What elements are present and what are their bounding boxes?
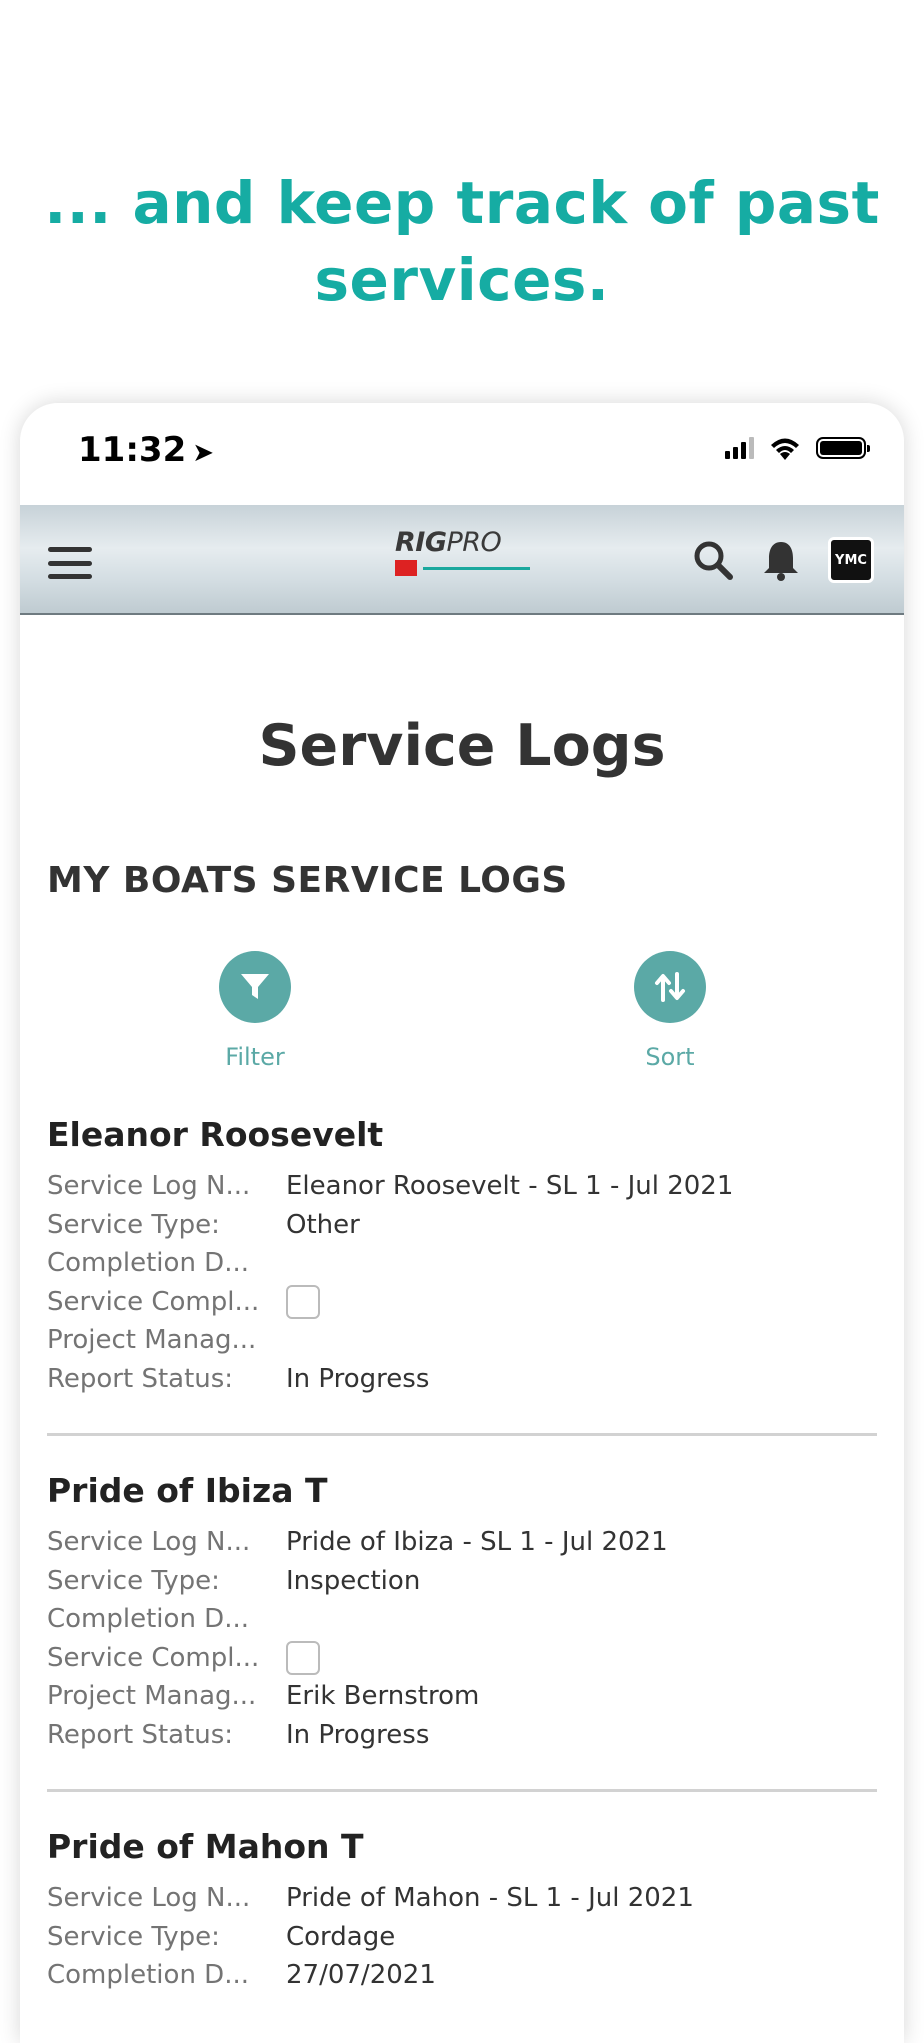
service-log-card[interactable]: Pride of Mahon T Service Log N... Pride o… — [47, 1827, 877, 1995]
rigpro-logo: RIGPRO — [395, 527, 530, 587]
location-arrow-icon: ➤ — [192, 438, 215, 468]
status-time: 11:32 ➤ — [78, 430, 214, 470]
project-manager: Erik Bernstrom — [286, 1681, 480, 1712]
logo-primary: RIG — [395, 527, 447, 558]
field-label: Service Type: — [47, 1209, 220, 1240]
sort-label: Sort — [645, 1043, 695, 1071]
avatar[interactable]: YMC — [828, 537, 874, 583]
filter-button[interactable]: Filter — [185, 951, 325, 1071]
report-status: In Progress — [286, 1363, 430, 1394]
cellular-signal-icon — [725, 437, 754, 459]
wifi-icon — [771, 438, 799, 460]
service-log-name: Pride of Ibiza - SL 1 - Jul 2021 — [286, 1527, 668, 1558]
field-label: Completion D... — [47, 1604, 249, 1635]
phone-frame: 11:32 ➤ RIGPRO YMC Service Logs MY BOATS… — [20, 403, 904, 2043]
filter-label: Filter — [225, 1043, 285, 1071]
boat-name: Pride of Ibiza T — [47, 1471, 328, 1510]
service-type: Other — [286, 1209, 360, 1240]
service-complete-checkbox[interactable] — [286, 1640, 320, 1675]
report-status: In Progress — [286, 1719, 430, 1750]
status-icons — [725, 435, 870, 461]
field-label: Project Manag... — [47, 1325, 257, 1356]
field-label: Service Log N... — [47, 1527, 251, 1558]
promo-headline: ... and keep track of past services. — [0, 165, 924, 319]
service-log-name: Pride of Mahon - SL 1 - Jul 2021 — [286, 1883, 694, 1914]
service-log-card[interactable]: Pride of Ibiza T Service Log N... Pride o… — [47, 1471, 877, 1754]
divider — [47, 1433, 877, 1436]
boat-name: Eleanor Roosevelt — [47, 1115, 384, 1154]
service-log-name: Eleanor Roosevelt - SL 1 - Jul 2021 — [286, 1171, 734, 1202]
sort-button[interactable]: Sort — [600, 951, 740, 1071]
service-complete-checkbox[interactable] — [286, 1284, 320, 1319]
page-title: Service Logs — [258, 713, 666, 779]
search-icon[interactable] — [692, 539, 734, 581]
filter-icon — [219, 951, 291, 1023]
field-label: Report Status: — [47, 1719, 234, 1750]
service-log-card[interactable]: Eleanor Roosevelt Service Log N... Eleano… — [47, 1115, 877, 1398]
field-label: Completion D... — [47, 1248, 249, 1279]
boat-name: Pride of Mahon T — [47, 1827, 364, 1866]
field-label: Service Log N... — [47, 1171, 251, 1202]
sort-icon — [634, 951, 706, 1023]
battery-icon — [816, 437, 870, 459]
logo-secondary: PRO — [446, 527, 502, 558]
divider — [47, 1789, 877, 1792]
completion-date: 27/07/2021 — [286, 1960, 436, 1991]
promo-headline-line2: services. — [314, 246, 610, 314]
field-label: Report Status: — [47, 1363, 234, 1394]
bell-icon[interactable] — [760, 538, 802, 582]
service-type: Cordage — [286, 1921, 396, 1952]
status-time-text: 11:32 — [78, 430, 187, 470]
app-header: RIGPRO YMC — [20, 505, 904, 615]
field-label: Project Manag... — [47, 1681, 257, 1712]
field-label: Service Type: — [47, 1921, 220, 1952]
field-label: Service Compl... — [47, 1286, 260, 1317]
field-label: Service Log N... — [47, 1883, 251, 1914]
field-label: Service Compl... — [47, 1642, 260, 1673]
service-type: Inspection — [286, 1565, 421, 1596]
section-title: MY BOATS SERVICE LOGS — [47, 860, 568, 901]
field-label: Completion D... — [47, 1960, 249, 1991]
menu-icon[interactable] — [48, 547, 92, 579]
promo-headline-line1: ... and keep track of past — [44, 169, 880, 237]
field-label: Service Type: — [47, 1565, 220, 1596]
